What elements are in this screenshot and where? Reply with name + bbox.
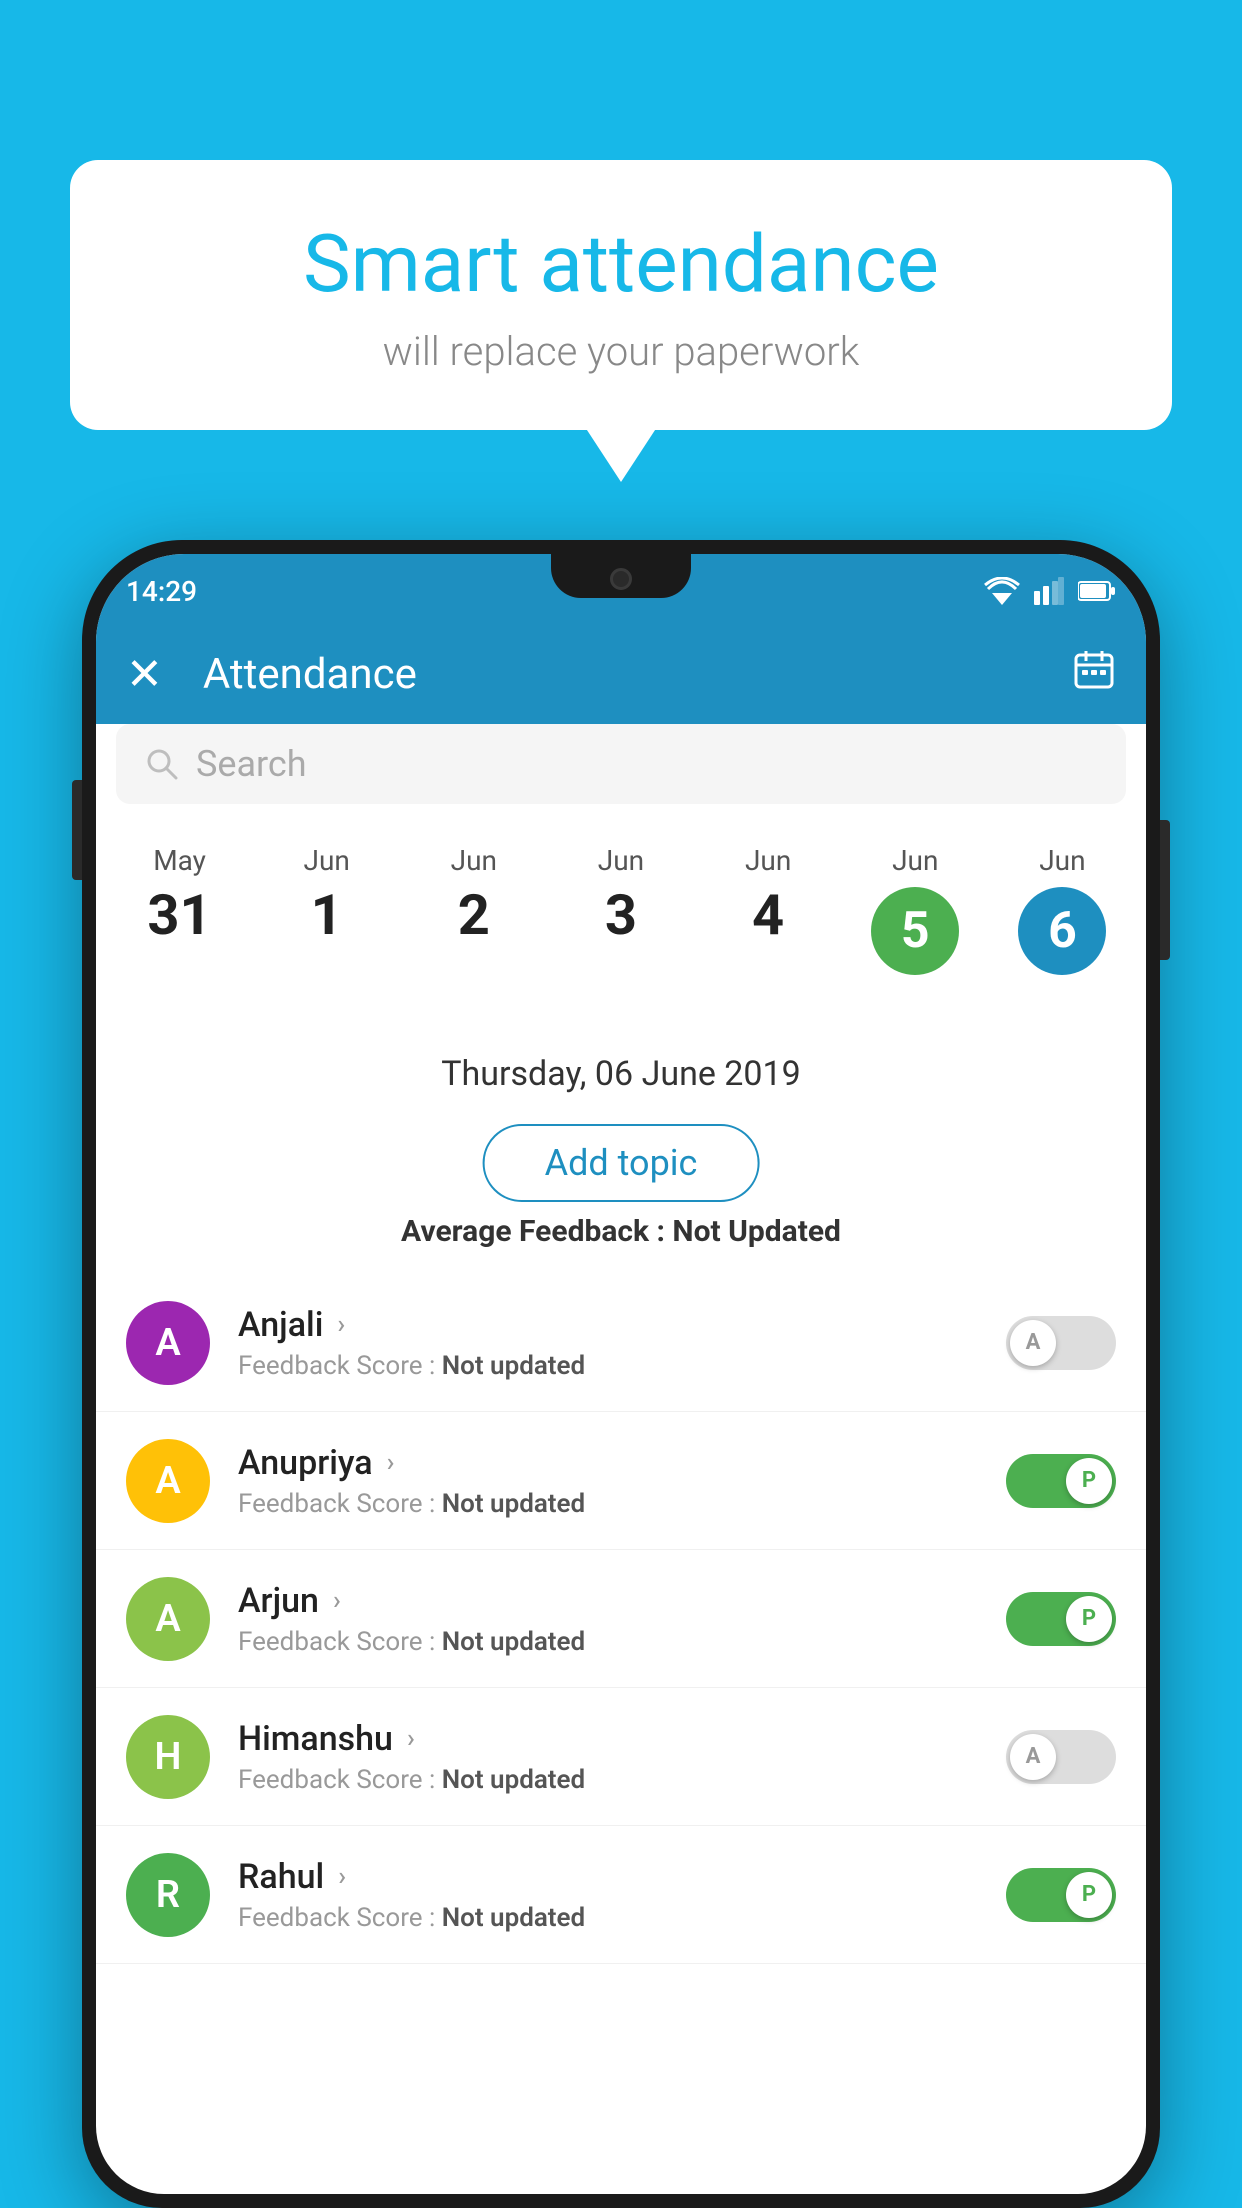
phone-notch <box>551 554 691 598</box>
table-row[interactable]: R Rahul › Feedback Score : Not updated P <box>96 1826 1146 1964</box>
date-day-selected: 6 <box>1018 887 1106 975</box>
date-month: Jun <box>451 844 497 877</box>
avg-feedback-value: Not Updated <box>672 1214 841 1249</box>
chevron-icon: › <box>387 1448 395 1478</box>
attendance-toggle[interactable]: P <box>1006 1592 1116 1646</box>
toggle-knob: A <box>1010 1734 1056 1780</box>
student-feedback: Feedback Score : Not updated <box>238 1903 1006 1933</box>
notch-camera <box>610 568 632 590</box>
date-month: Jun <box>304 844 350 877</box>
search-icon <box>144 746 180 782</box>
search-placeholder: Search <box>196 743 307 785</box>
speech-bubble-subtitle: will replace your paperwork <box>120 328 1122 375</box>
speech-bubble: Smart attendance will replace your paper… <box>70 160 1172 430</box>
date-strip: May 31 Jun 1 Jun 2 Jun 3 Jun 4 Jun 5 Jun 6 <box>96 824 1146 985</box>
selected-date-label: Thursday, 06 June 2019 <box>96 1054 1146 1094</box>
search-bar[interactable]: Search <box>116 724 1126 804</box>
date-month: Jun <box>892 844 938 877</box>
date-day: 3 <box>605 887 637 943</box>
student-info: Himanshu › Feedback Score : Not updated <box>238 1719 1006 1795</box>
student-list: AAnjali ›Feedback Score : Not updatedAAA… <box>96 1274 1146 2194</box>
date-month: Jun <box>745 844 791 877</box>
toggle-knob: P <box>1066 1458 1112 1504</box>
date-col-6[interactable]: Jun 6 <box>1012 844 1112 975</box>
student-info: Anjali › Feedback Score : Not updated <box>238 1305 1006 1381</box>
student-feedback: Feedback Score : Not updated <box>238 1627 1006 1657</box>
chevron-icon: › <box>338 1862 346 1892</box>
power-button <box>1160 820 1170 960</box>
avg-feedback: Average Feedback : Not Updated <box>96 1214 1146 1249</box>
phone-frame: 14:29 <box>82 540 1160 2208</box>
status-time: 14:29 <box>126 575 197 608</box>
date-col-5[interactable]: Jun 5 <box>865 844 965 975</box>
student-name: Himanshu › <box>238 1719 1006 1759</box>
student-name: Rahul › <box>238 1857 1006 1897</box>
table-row[interactable]: AAnjali ›Feedback Score : Not updatedA <box>96 1274 1146 1412</box>
avatar: R <box>126 1853 210 1937</box>
battery-icon <box>1078 580 1116 602</box>
wifi-icon <box>984 577 1020 605</box>
student-feedback: Feedback Score : Not updated <box>238 1489 1006 1519</box>
student-info: Anupriya › Feedback Score : Not updated <box>238 1443 1006 1519</box>
avatar: A <box>126 1439 210 1523</box>
table-row[interactable]: A Arjun › Feedback Score : Not updated P <box>96 1550 1146 1688</box>
avatar: A <box>126 1577 210 1661</box>
date-col-4[interactable]: Jun 4 <box>718 844 818 943</box>
student-info: Arjun › Feedback Score : Not updated <box>238 1581 1006 1657</box>
date-day: 2 <box>458 887 490 943</box>
date-col-0[interactable]: May 31 <box>130 844 230 943</box>
app-bar: ✕ Attendance <box>96 624 1146 724</box>
status-icons <box>984 577 1116 605</box>
attendance-toggle[interactable]: A <box>1006 1316 1116 1370</box>
add-topic-button[interactable]: Add topic <box>483 1124 760 1202</box>
chevron-icon: › <box>337 1310 345 1340</box>
date-day: 1 <box>311 887 343 943</box>
avatar: A <box>126 1301 210 1385</box>
avg-feedback-label: Average Feedback : <box>401 1214 672 1249</box>
date-col-3[interactable]: Jun 3 <box>571 844 671 943</box>
speech-bubble-title: Smart attendance <box>120 220 1122 308</box>
attendance-toggle[interactable]: P <box>1006 1868 1116 1922</box>
toggle-knob: P <box>1066 1596 1112 1642</box>
date-day-selected: 5 <box>871 887 959 975</box>
date-month: Jun <box>598 844 644 877</box>
table-row[interactable]: H Himanshu › Feedback Score : Not updatedA <box>96 1688 1146 1826</box>
toggle-knob: P <box>1066 1872 1112 1918</box>
attendance-toggle[interactable]: P <box>1006 1454 1116 1508</box>
date-col-2[interactable]: Jun 2 <box>424 844 524 943</box>
volume-button <box>72 780 82 880</box>
close-button[interactable]: ✕ <box>126 652 163 696</box>
student-name: Anjali › <box>238 1305 1006 1345</box>
date-col-1[interactable]: Jun 1 <box>277 844 377 943</box>
date-month: Jun <box>1039 844 1085 877</box>
chevron-icon: › <box>407 1724 415 1754</box>
date-day: 4 <box>752 887 784 943</box>
date-day: 31 <box>147 887 211 943</box>
phone-screen: 14:29 <box>96 554 1146 2194</box>
chevron-icon: › <box>333 1586 341 1616</box>
attendance-toggle[interactable]: A <box>1006 1730 1116 1784</box>
student-feedback: Feedback Score : Not updated <box>238 1351 1006 1381</box>
student-info: Rahul › Feedback Score : Not updated <box>238 1857 1006 1933</box>
table-row[interactable]: A Anupriya › Feedback Score : Not updated P <box>96 1412 1146 1550</box>
student-feedback: Feedback Score : Not updated <box>238 1765 1006 1795</box>
avatar: H <box>126 1715 210 1799</box>
student-name: Arjun › <box>238 1581 1006 1621</box>
toggle-knob: A <box>1010 1320 1056 1366</box>
signal-icon <box>1034 577 1064 605</box>
app-title: Attendance <box>203 650 417 699</box>
date-month: May <box>153 844 206 877</box>
student-name: Anupriya › <box>238 1443 1006 1483</box>
calendar-icon[interactable] <box>1072 647 1116 701</box>
